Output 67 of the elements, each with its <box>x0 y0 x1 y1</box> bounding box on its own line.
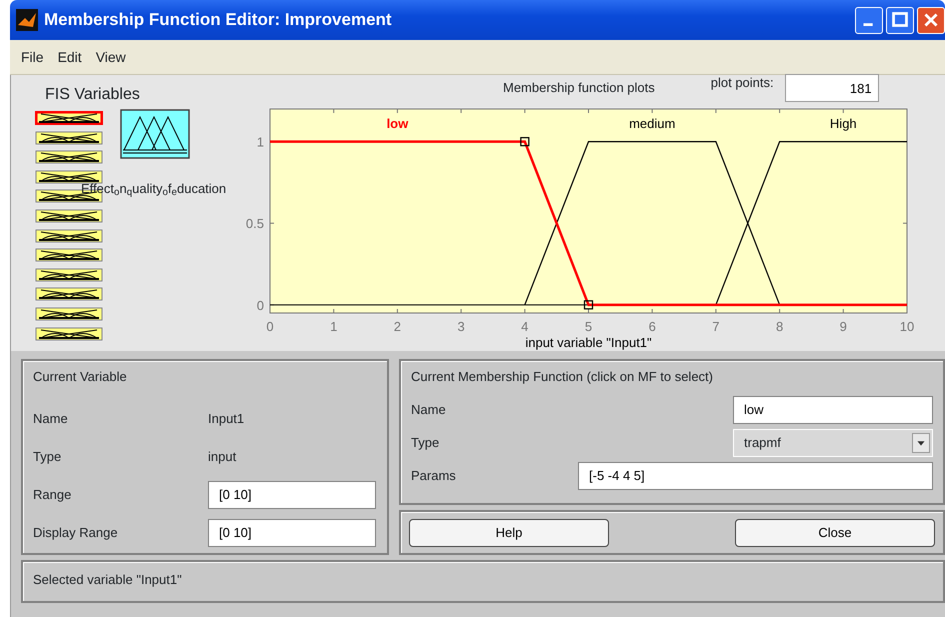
field-label: Type <box>33 448 62 466</box>
membership-function-line[interactable] <box>715 141 907 306</box>
input-variable-icon[interactable] <box>35 326 103 341</box>
field-label: Display Range <box>33 524 119 542</box>
input-variable-icon[interactable] <box>35 170 103 184</box>
tick-label: 0.5 <box>246 216 264 232</box>
input-variable-icon[interactable] <box>35 268 103 282</box>
tick-label: 0 <box>256 298 264 313</box>
field-label: Name <box>33 410 69 428</box>
field-label: Range <box>33 486 72 504</box>
dropdown[interactable]: trapmf <box>733 428 933 456</box>
series-label: High <box>830 116 857 131</box>
window-title: Membership Function Editor: Improvement <box>44 9 392 32</box>
panel-title: Current Membership Function (click on MF to select) <box>411 368 714 386</box>
menu-item[interactable]: File <box>14 46 51 68</box>
tick-label: 7 <box>712 319 720 334</box>
input-variable-icon[interactable] <box>35 248 103 262</box>
input-variable-icon[interactable] <box>35 150 103 164</box>
axis-label: input variable "Input1" <box>525 335 652 350</box>
tick-label: 3 <box>457 319 465 334</box>
input-variable-icon[interactable] <box>35 130 103 145</box>
tick-label: 4 <box>521 319 528 334</box>
handle-icon[interactable] <box>584 300 594 310</box>
status-text: Selected variable "Input1" <box>33 572 182 587</box>
app-icon <box>16 9 38 31</box>
section-title: FIS Variables <box>45 85 141 105</box>
output-variable-icon[interactable] <box>120 109 190 159</box>
tick-label: 9 <box>840 319 847 334</box>
menu-item[interactable]: Edit <box>50 46 89 68</box>
tick-label: 8 <box>776 319 784 334</box>
field-label: Name <box>411 400 446 419</box>
series-label: medium <box>629 116 676 131</box>
field-value: Input1 <box>208 410 244 428</box>
field-value: input <box>208 448 236 466</box>
membership-function-line[interactable] <box>270 140 907 306</box>
input-field[interactable]: low <box>733 396 933 424</box>
tick-label: 6 <box>648 319 656 334</box>
input-variable-icon[interactable] <box>35 208 103 223</box>
plot-area[interactable] <box>270 108 908 314</box>
dropdown-value: trapmf <box>744 434 781 452</box>
series-label: low <box>386 116 408 131</box>
menu-item[interactable]: View <box>88 46 133 68</box>
handle-icon[interactable] <box>520 137 530 146</box>
panel-title: Current Variable <box>33 368 128 386</box>
plot-points-field[interactable]: 181 <box>784 74 879 102</box>
dialog-button[interactable]: Close <box>735 518 935 546</box>
plot-points-label: plot points: <box>710 74 774 92</box>
tick-label: 1 <box>256 134 264 150</box>
input-field[interactable]: [-5 -4 4 5] <box>578 462 933 490</box>
input-variable-icon[interactable] <box>35 287 103 302</box>
tick-label: 10 <box>900 319 914 334</box>
plot-title: Membership function plots <box>503 79 655 98</box>
tick-label: 2 <box>394 319 402 334</box>
input-field[interactable]: [0 10] <box>208 480 376 508</box>
membership-function-line[interactable] <box>524 141 780 306</box>
input-variable-icon[interactable] <box>35 306 103 321</box>
tick-label: 1 <box>330 319 338 334</box>
input-variable-icon[interactable] <box>35 111 103 125</box>
variable-label: Effect$_{o}$n$_{q}$uality$_{o}$f$_{e}$ducation <box>81 180 226 198</box>
tick-label: 5 <box>584 319 592 334</box>
input-variable-icon[interactable] <box>35 228 103 243</box>
field-label: Type <box>411 434 440 452</box>
tick-label: 0 <box>266 319 274 334</box>
caret-icon[interactable] <box>912 432 930 452</box>
dialog-button[interactable]: Help <box>409 518 609 546</box>
input-field[interactable]: [0 10] <box>208 518 376 546</box>
field-label: Params <box>411 466 456 485</box>
